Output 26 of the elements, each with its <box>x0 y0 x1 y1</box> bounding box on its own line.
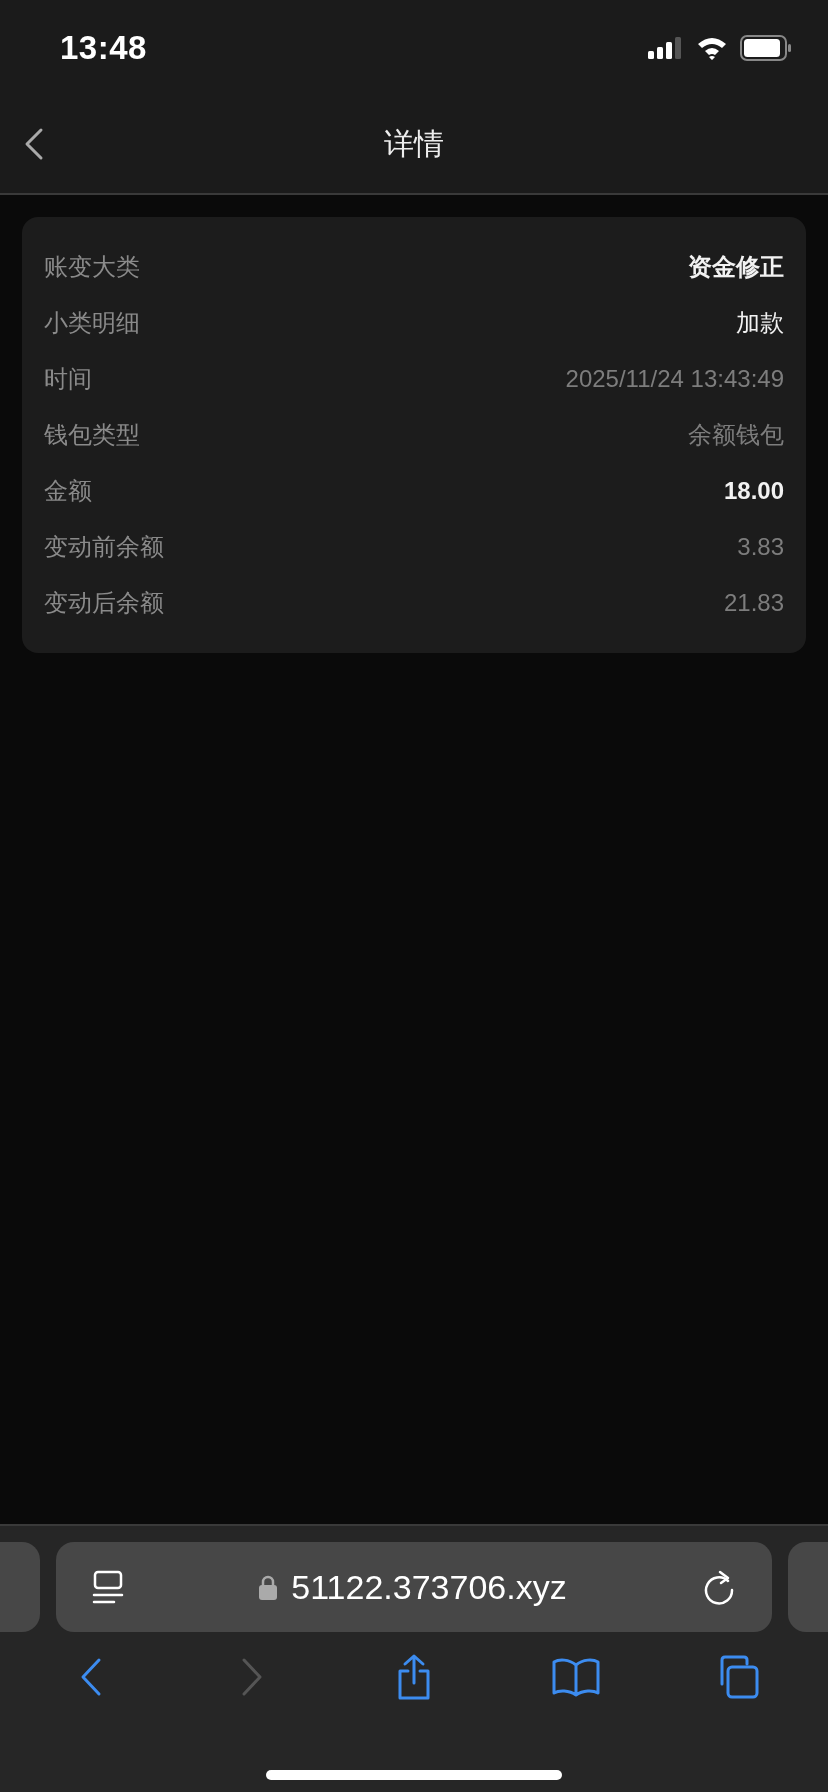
battery-icon <box>740 34 792 61</box>
detail-value: 18.00 <box>723 477 784 505</box>
detail-label: 变动后余额 <box>44 588 164 618</box>
wifi-icon <box>696 35 728 60</box>
address-bar[interactable]: 51122.373706.xyz <box>56 1542 772 1632</box>
reload-icon <box>702 1569 736 1605</box>
detail-value: 余额钱包 <box>688 420 784 450</box>
url-text: 51122.373706.xyz <box>291 1567 567 1607</box>
page-title: 详情 <box>384 125 444 162</box>
detail-value: 资金修正 <box>688 252 784 282</box>
detail-label: 金额 <box>44 476 92 506</box>
chevron-left-icon <box>24 127 44 161</box>
detail-label: 时间 <box>44 364 92 394</box>
signal-icon <box>648 36 684 59</box>
book-icon <box>550 1657 601 1697</box>
detail-value: 2025/11/24 13:43:49 <box>565 365 784 393</box>
detail-value: 3.83 <box>737 533 784 561</box>
detail-label: 账变大类 <box>44 252 140 282</box>
status-time: 13:48 <box>60 28 147 67</box>
detail-value: 21.83 <box>723 589 784 617</box>
detail-label: 变动前余额 <box>44 532 164 562</box>
detail-label: 钱包类型 <box>44 420 140 450</box>
detail-value: 加款 <box>736 308 784 338</box>
page-menu-icon <box>92 1570 124 1604</box>
lock-icon <box>259 1574 278 1600</box>
detail-label: 小类明细 <box>44 308 140 338</box>
